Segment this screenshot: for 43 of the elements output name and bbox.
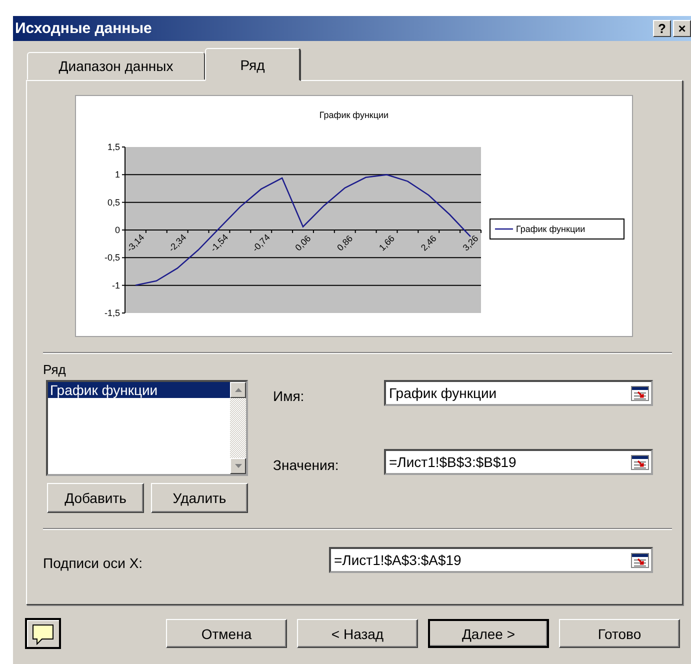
help-button[interactable] [25,618,61,649]
remove-button[interactable]: Удалить [151,483,248,513]
dialog-button[interactable]: Далее > [428,619,549,648]
range-field[interactable]: =Лист1!$B$3:$B$19 [384,449,653,475]
range-field[interactable]: График функции [384,380,653,406]
legend-line [495,228,513,230]
series-item[interactable]: График функции [48,382,230,398]
add-button[interactable]: Добавить [47,483,144,513]
chart-title: График функции [319,110,389,120]
series-label: Ряд [43,362,67,379]
y-tick-label: 0,5 [107,197,120,208]
scroll-up-button[interactable] [230,382,246,398]
y-tick-label: -0,5 [104,252,120,263]
y-tick-label: 1 [114,170,120,180]
dialog-button[interactable]: Отмена [166,619,287,648]
field-label: Имя: [273,387,306,404]
scrollbar[interactable] [230,382,246,474]
x-tick-label: 0,86 [335,233,355,253]
field-label: Подписи оси X: [43,554,144,571]
range-select-icon[interactable] [631,454,649,470]
legend-label: График функции [516,224,586,234]
y-tick-label: 0 [114,225,120,235]
close-button[interactable]: × [673,20,691,37]
down-arrow-icon [234,464,242,468]
y-tick-label: -1 [112,280,120,290]
field-label: Значения: [273,456,340,473]
tab[interactable]: Ряд [205,48,301,81]
dialog-button[interactable]: < Назад [297,619,418,648]
dialog-button[interactable]: Готово [559,619,680,648]
help-balloon-icon [31,622,55,644]
y-tick-label: 1,5 [107,142,120,152]
tab[interactable]: Диапазон данных [27,52,205,80]
series-listbox[interactable]: График функции [46,380,248,476]
x-tick-label: 3,26 [460,233,480,253]
help-button[interactable]: ? [653,20,671,37]
range-select-icon[interactable] [631,552,649,568]
x-tick-label: 0,06 [293,233,313,253]
range-select-icon[interactable] [631,386,649,400]
up-arrow-icon [234,388,242,392]
scroll-down-button[interactable] [230,458,246,474]
y-tick-label: -1,5 [104,308,120,318]
window-title: Исходные данные [15,20,152,37]
range-field[interactable]: =Лист1!$A$3:$A$19 [329,547,653,573]
